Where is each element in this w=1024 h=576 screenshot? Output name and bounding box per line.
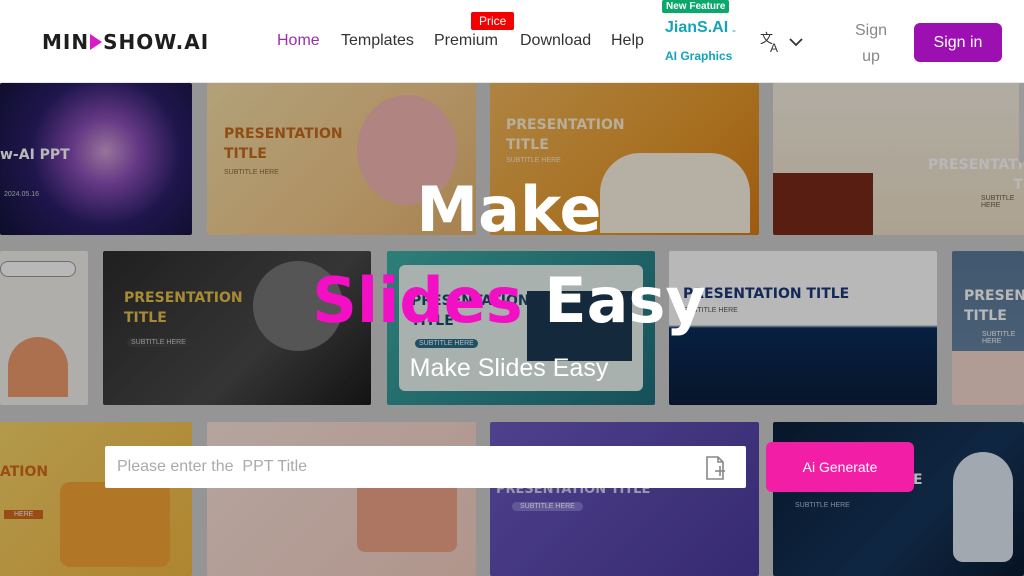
hero-title-line1: Make (416, 173, 602, 246)
ppt-title-input[interactable] (105, 446, 695, 488)
chevron-down-icon (789, 38, 803, 47)
logo-play-icon (90, 34, 103, 50)
hero-title-line2: Slides Easy (0, 264, 1018, 337)
signup-text-line1: Sign (854, 22, 888, 39)
hero-subtitle: Make Slides Easy (409, 354, 609, 382)
language-switcher[interactable]: 文 A (759, 30, 803, 54)
jians-separator: - (732, 23, 736, 37)
ppt-title-field (105, 446, 746, 488)
mindshow-logo[interactable]: MIN SHOW.AI (42, 30, 209, 54)
nav-templates[interactable]: Templates (341, 32, 414, 50)
logo-text-left: MIN (42, 30, 90, 54)
top-header: MIN SHOW.AI Home Templates Premium Downl… (0, 0, 1024, 83)
new-feature-badge: New Feature (662, 0, 730, 13)
ai-graphics-link[interactable]: AI Graphics (665, 49, 732, 63)
hero-title-pink-word: Slides (312, 264, 523, 337)
page-scrollbar[interactable] (1019, 83, 1024, 163)
svg-text:A: A (770, 41, 778, 54)
translate-icon: 文 A (760, 32, 778, 54)
file-add-icon[interactable] (702, 455, 728, 481)
nav-download[interactable]: Download (520, 32, 591, 50)
signin-button[interactable]: Sign in (914, 23, 1002, 62)
nav-help[interactable]: Help (611, 32, 644, 50)
signup-link[interactable]: Sign up (848, 18, 894, 70)
nav-premium[interactable]: Premium (434, 32, 498, 50)
ai-generate-button[interactable]: Ai Generate (766, 442, 914, 492)
logo-text-right: SHOW.AI (103, 30, 210, 54)
signup-text-line2: up (862, 48, 880, 65)
hero-title-white-word: Easy (544, 264, 706, 337)
nav-home[interactable]: Home (277, 32, 320, 50)
price-badge: Price (471, 12, 515, 30)
jians-ai-link[interactable]: JianS.AI (665, 19, 728, 37)
